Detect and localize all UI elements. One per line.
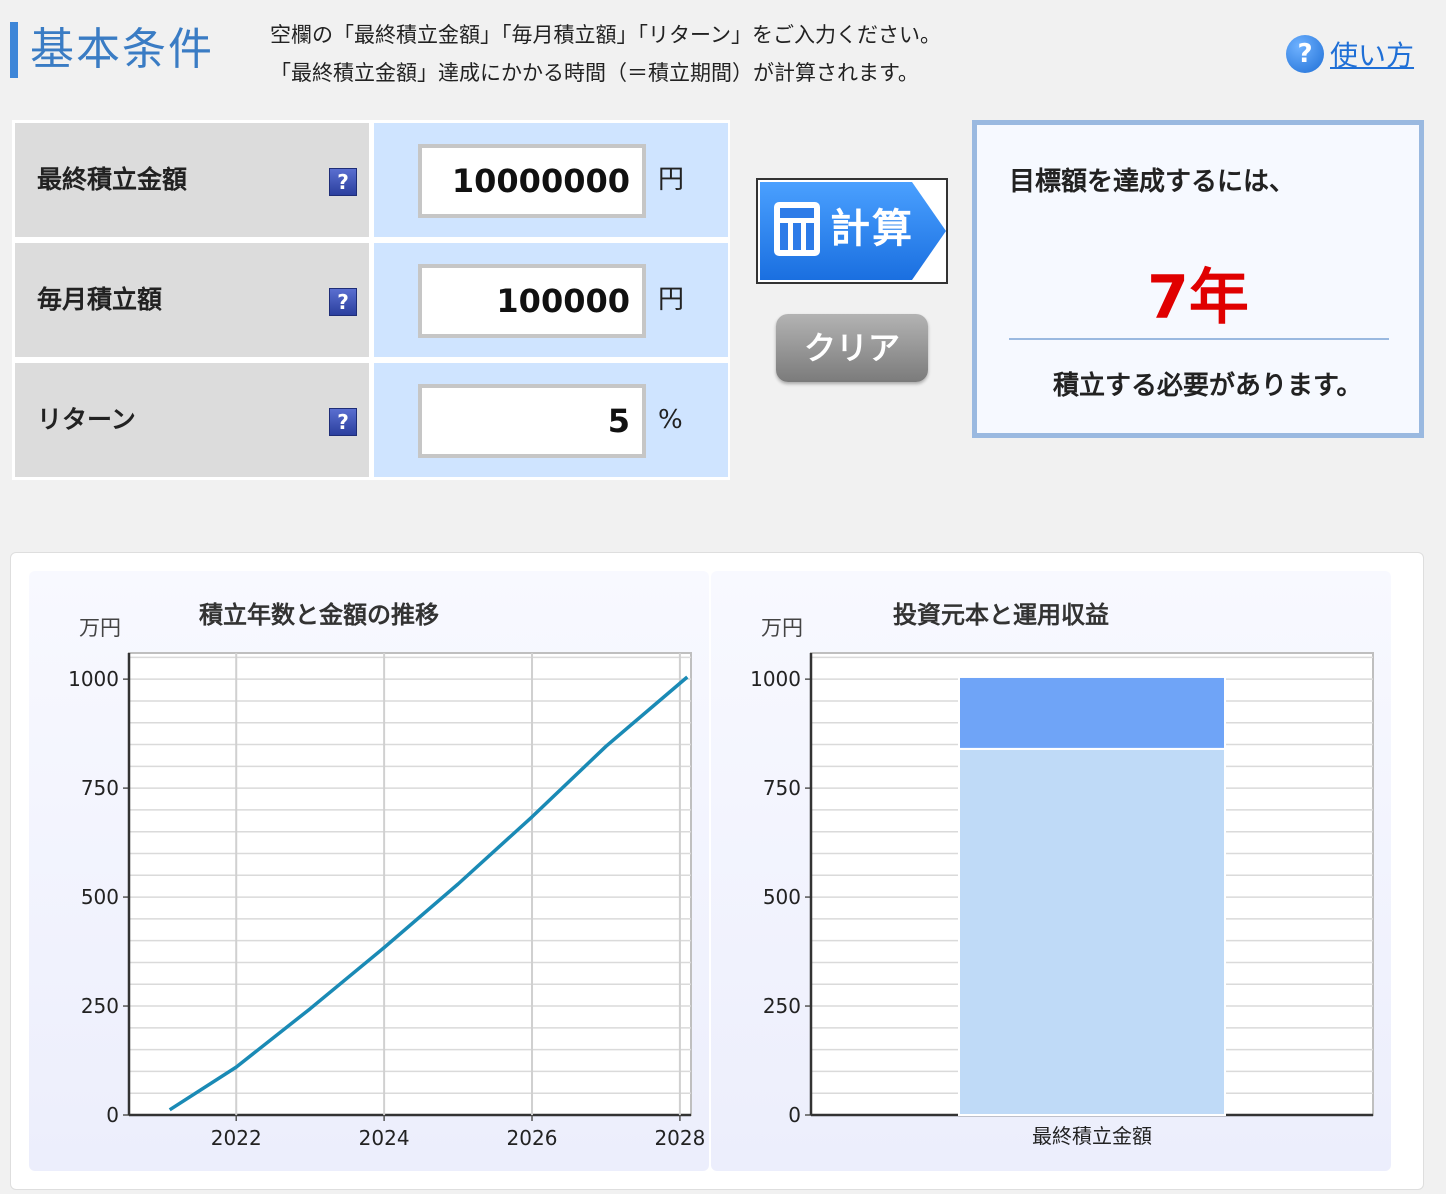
calculate-button[interactable]: 計算 (756, 178, 948, 284)
row-final-amount: 最終積立金額 ? 円 (12, 120, 730, 237)
help-link[interactable]: ? 使い方 (1286, 34, 1414, 74)
row-value-cell: % (374, 363, 728, 477)
y-tick-label: 500 (763, 885, 801, 909)
input-table: 最終積立金額 ? 円 毎月積立額 ? 円 リターン ? % (12, 120, 730, 480)
row-value-cell: 円 (374, 123, 728, 237)
final-amount-input[interactable] (418, 144, 646, 218)
result-tail: 積立する必要があります。 (1053, 371, 1363, 401)
unit-yen: 円 (658, 165, 685, 195)
question-icon[interactable]: ? (329, 408, 357, 436)
unit-yen: 円 (658, 285, 685, 315)
bar-chart: 投資元本と運用収益万円 0 250 500 750 1000 最終積立金額 (750, 601, 1374, 1148)
section-title: 基本条件 (30, 24, 214, 75)
x-tick-label: 2026 (507, 1126, 558, 1150)
unit-percent: % (658, 405, 683, 435)
line-chart: 積立年数と金額の推移万円 0 250 500 750 1000 2022 2024 2026 20… (68, 601, 705, 1150)
y-tick-label: 1000 (68, 667, 119, 691)
label-final-amount: 最終積立金額 (37, 165, 188, 194)
y-tick-label: 500 (81, 885, 119, 909)
x-tick-label: 2024 (359, 1126, 410, 1150)
calculate-button-label: 計算 (830, 206, 914, 252)
monthly-amount-input[interactable] (418, 264, 646, 338)
x-category-label: 最終積立金額 (1032, 1124, 1152, 1148)
y-tick-label: 1000 (750, 667, 801, 691)
label-monthly-amount: 毎月積立額 (37, 285, 163, 314)
section-title-accent (10, 22, 18, 78)
question-icon[interactable]: ? (329, 168, 357, 196)
chart-title: 積立年数と金額の推移 (199, 601, 439, 629)
result-box: 目標額を達成するには、 7年 積立する必要があります。 (972, 120, 1424, 438)
row-value-cell: 円 (374, 243, 728, 357)
result-divider (1009, 338, 1389, 340)
result-value: 7年 (1147, 263, 1249, 333)
chart-unit-label: 万円 (79, 616, 121, 640)
row-return: リターン ? % (12, 360, 730, 477)
row-label-cell: リターン ? (15, 363, 369, 477)
chart-title: 投資元本と運用収益 (893, 601, 1109, 629)
question-circle-icon: ? (1286, 35, 1324, 73)
help-link-label: 使い方 (1330, 39, 1415, 72)
bar-chart-card: 投資元本と運用収益万円 0 250 500 750 1000 最終積立金額 (711, 571, 1391, 1171)
question-icon[interactable]: ? (329, 288, 357, 316)
clear-button[interactable]: クリア (776, 314, 928, 382)
bar-gain (958, 675, 1226, 750)
y-tick-label: 0 (788, 1103, 801, 1127)
row-label-cell: 毎月積立額 ? (15, 243, 369, 357)
instructions: 空欄の「最終積立金額」「毎月積立額」「リターン」をご入力ください。 「最終積立金… (270, 16, 941, 92)
y-tick-label: 750 (763, 776, 801, 800)
line-chart-card: 積立年数と金額の推移万円 0 250 500 750 1000 2022 2024 2026 20… (29, 571, 709, 1171)
x-tick-label: 2028 (654, 1126, 705, 1150)
chart-unit-label: 万円 (761, 616, 803, 640)
row-label-cell: 最終積立金額 ? (15, 123, 369, 237)
y-tick-label: 750 (81, 776, 119, 800)
row-monthly-amount: 毎月積立額 ? 円 (12, 240, 730, 357)
result-lead: 目標額を達成するには、 (1009, 167, 1296, 197)
charts-panel: 積立年数と金額の推移万円 0 250 500 750 1000 2022 2024 2026 20… (10, 552, 1424, 1190)
y-tick-label: 250 (81, 994, 119, 1018)
instructions-line-2: 「最終積立金額」達成にかかる時間（＝積立期間）が計算されます。 (270, 61, 919, 85)
x-tick-label: 2022 (211, 1126, 262, 1150)
y-tick-label: 0 (106, 1103, 119, 1127)
y-tick-label: 250 (763, 994, 801, 1018)
return-input[interactable] (418, 384, 646, 458)
calculator-icon (774, 202, 820, 256)
instructions-line-1: 空欄の「最終積立金額」「毎月積立額」「リターン」をご入力ください。 (270, 23, 941, 47)
label-return: リターン (37, 405, 136, 434)
bar-principal (958, 747, 1226, 1117)
